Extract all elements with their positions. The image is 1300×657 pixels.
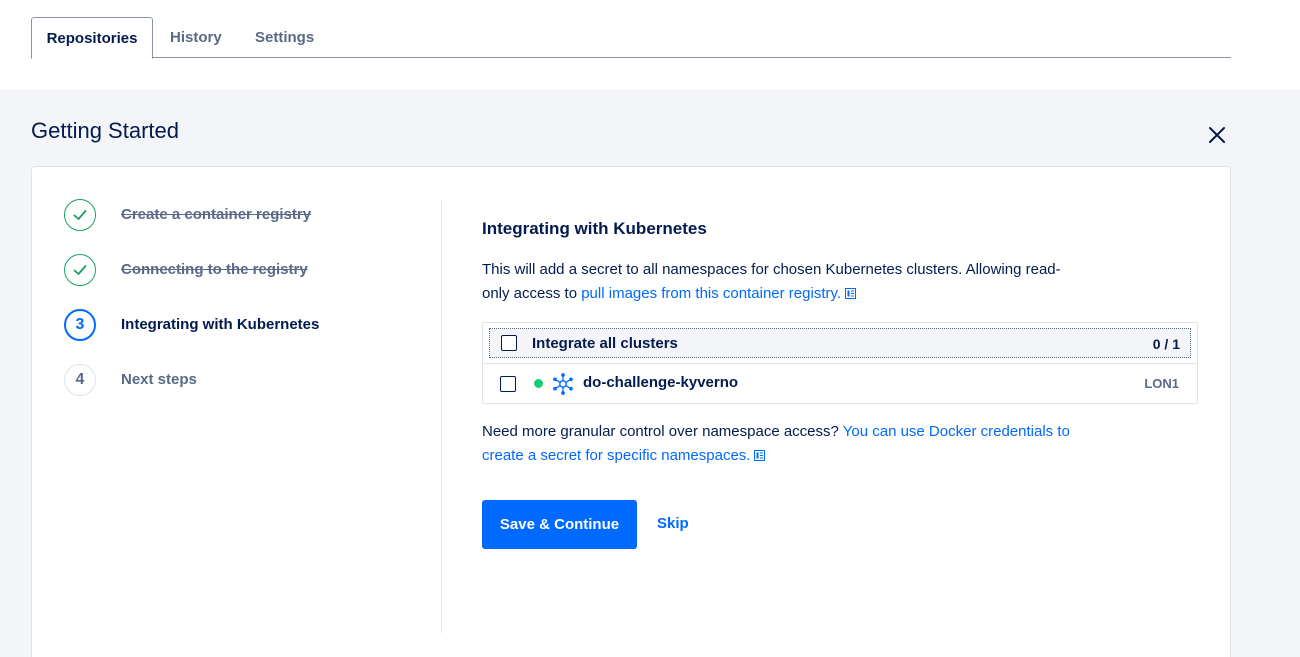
step-label: Create a container registry bbox=[121, 206, 312, 223]
external-doc-icon bbox=[754, 450, 766, 461]
granular-control-note: Need more granular control over namespac… bbox=[482, 420, 1102, 468]
cluster-checkbox[interactable] bbox=[500, 376, 516, 392]
cluster-region: LON1 bbox=[1144, 376, 1179, 391]
description: This will add a secret to all namespaces… bbox=[482, 258, 1082, 306]
page-title: Getting Started bbox=[31, 118, 179, 143]
status-dot bbox=[534, 379, 543, 388]
step-complete-check bbox=[64, 254, 96, 286]
divider bbox=[441, 200, 442, 633]
check-icon bbox=[73, 265, 87, 275]
tab-settings[interactable]: Settings bbox=[255, 17, 314, 58]
cluster-name: do-challenge-kyverno bbox=[583, 374, 739, 391]
step-number: 4 bbox=[64, 364, 96, 396]
tab-history[interactable]: History bbox=[170, 17, 222, 58]
skip-button[interactable]: Skip bbox=[657, 515, 689, 532]
integrate-all-label: Integrate all clusters bbox=[532, 335, 678, 352]
step-label: Connecting to the registry bbox=[121, 261, 308, 278]
check-icon bbox=[73, 210, 87, 220]
cluster-list: Integrate all clusters 0 / 1 do-challeng… bbox=[482, 322, 1198, 404]
cluster-row[interactable]: do-challenge-kyverno LON1 bbox=[483, 363, 1197, 403]
save-continue-button[interactable]: Save & Continue bbox=[482, 500, 637, 549]
close-icon[interactable] bbox=[1207, 125, 1227, 145]
step-complete-check bbox=[64, 199, 96, 231]
pull-images-link-text: pull images from this container registry… bbox=[581, 285, 842, 302]
tab-bar: Repositories History Settings bbox=[31, 17, 1231, 59]
getting-started-card: Create a container registry Connecting t… bbox=[31, 166, 1231, 657]
pull-images-link[interactable]: pull images from this container registry… bbox=[581, 285, 857, 302]
tab-repositories[interactable]: Repositories bbox=[31, 17, 153, 59]
integrate-all-row[interactable]: Integrate all clusters 0 / 1 bbox=[489, 328, 1191, 358]
step-number: 3 bbox=[64, 309, 96, 341]
integrate-all-checkbox[interactable] bbox=[501, 335, 517, 351]
external-doc-icon bbox=[845, 288, 857, 299]
top-bar: Repositories History Settings bbox=[0, 0, 1300, 90]
granular-text: Need more granular control over namespac… bbox=[482, 423, 843, 440]
step-label: Next steps bbox=[121, 371, 197, 388]
section-heading: Integrating with Kubernetes bbox=[482, 219, 707, 238]
kubernetes-icon bbox=[553, 373, 573, 395]
selected-count: 0 / 1 bbox=[1152, 336, 1180, 352]
step-label: Integrating with Kubernetes bbox=[121, 316, 320, 333]
